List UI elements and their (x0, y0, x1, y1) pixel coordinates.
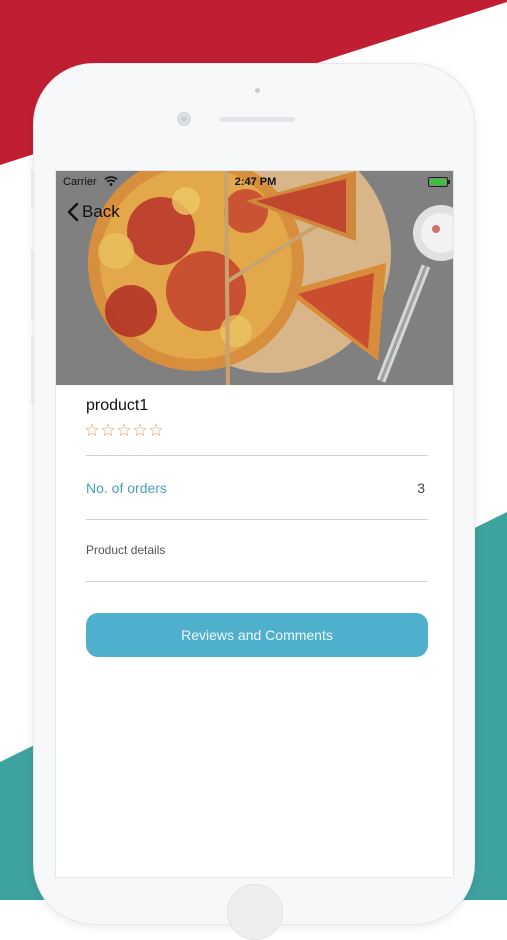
star-icon[interactable] (101, 423, 115, 437)
divider (86, 519, 428, 520)
battery-icon (428, 177, 450, 187)
phone-side-button (31, 250, 35, 320)
phone-speaker (219, 117, 295, 122)
status-time: 2:47 PM (234, 176, 277, 188)
star-icon[interactable] (149, 423, 163, 437)
divider (86, 455, 428, 456)
reviews-and-comments-button[interactable]: Reviews and Comments (86, 613, 428, 657)
product-image: Carrier 2:47 PM Back (56, 171, 453, 385)
phone-side-button (31, 335, 35, 405)
back-label: Back (82, 202, 120, 221)
phone-side-button (31, 170, 35, 210)
product-title: product1 (86, 397, 149, 414)
divider (86, 581, 428, 582)
back-button[interactable]: Back (67, 202, 120, 222)
status-bar: Carrier 2:47 PM (56, 171, 453, 193)
star-icon[interactable] (133, 423, 147, 437)
phone-home-button[interactable] (227, 884, 283, 940)
star-icon[interactable] (85, 423, 99, 437)
product-details-label: Product details (86, 543, 166, 557)
phone-sensor (255, 88, 260, 93)
orders-count: 3 (417, 480, 425, 496)
back-chevron-icon (67, 202, 79, 222)
app-screen: Carrier 2:47 PM Back product1 No. of ord… (55, 170, 454, 878)
star-icon[interactable] (117, 423, 131, 437)
rating-stars[interactable] (85, 423, 163, 437)
phone-camera (177, 112, 191, 126)
orders-label: No. of orders (86, 480, 167, 496)
